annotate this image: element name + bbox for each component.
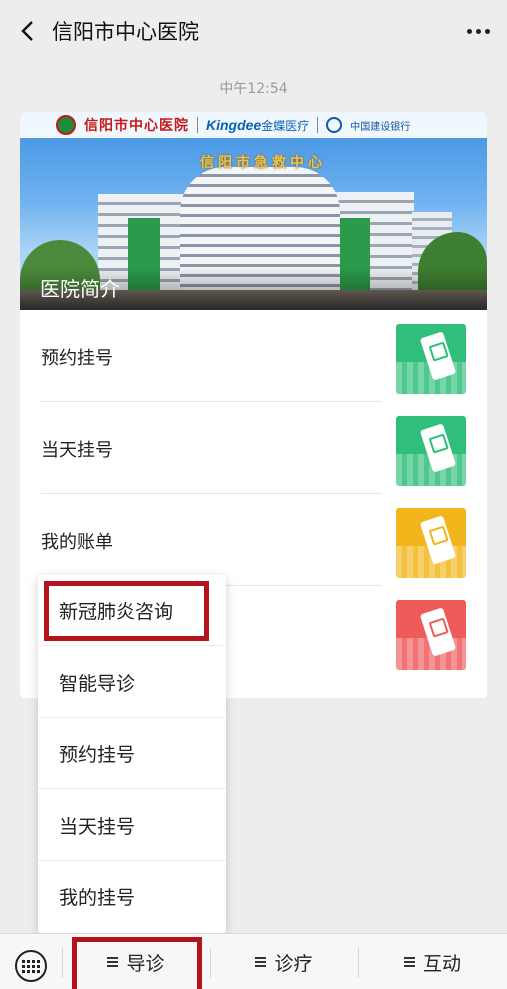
ccb-logo-text: 中国建设银行 <box>350 121 411 133</box>
highlight-box <box>44 581 209 641</box>
menu-icon <box>403 957 415 967</box>
kingdee-logo: Kingdee金蝶医疗 <box>206 116 310 133</box>
more-button[interactable] <box>463 18 493 44</box>
list-item-label: 我的账单 <box>41 532 113 553</box>
chat-header: 信阳市中心医院 <box>0 0 507 62</box>
building-sign: 信阳市急救中心 <box>200 155 326 171</box>
mobile-registration-icon <box>396 416 466 486</box>
list-item-appointment[interactable]: 预约挂号 <box>20 310 487 402</box>
list-item-bill[interactable]: 我的账单 <box>20 494 487 586</box>
menu-item-my-registration[interactable]: 我的挂号 <box>38 861 226 932</box>
back-button[interactable] <box>14 17 40 45</box>
menu-item-appointment[interactable]: 预约挂号 <box>38 718 226 789</box>
page-title: 信阳市中心医院 <box>52 20 199 44</box>
tab-treatment[interactable]: 诊疗 <box>210 934 358 989</box>
keyboard-icon <box>22 959 40 973</box>
sponsor-logo-bar: 信阳市中心医院 Kingdee金蝶医疗 中国建设银行 <box>20 112 487 138</box>
hospital-seal-icon <box>56 115 76 135</box>
ccb-logo-icon <box>326 117 343 133</box>
chevron-left-icon <box>21 21 33 41</box>
tab-interaction[interactable]: 互动 <box>358 934 507 989</box>
menu-item-same-day[interactable]: 当天挂号 <box>38 790 226 861</box>
list-item-label: 预约挂号 <box>41 348 113 369</box>
banner-title: 医院简介 <box>40 277 120 301</box>
list-item-same-day[interactable]: 当天挂号 <box>20 402 487 494</box>
message-timestamp: 中午12:54 <box>219 81 288 97</box>
menu-item-smart-guide[interactable]: 智能导诊 <box>38 647 226 718</box>
mobile-registration-icon <box>396 324 466 394</box>
highlight-box <box>72 937 202 989</box>
keyboard-toggle-button[interactable] <box>15 950 47 982</box>
list-item-label: 当天挂号 <box>41 440 113 461</box>
hospital-intro-banner[interactable]: 信阳市急救中心 信阳市中心医院 Kingdee金蝶医疗 中国建设银行 医院简介 <box>20 112 487 310</box>
mobile-report-icon <box>396 600 466 670</box>
hospital-logo-text: 信阳市中心医院 <box>84 118 189 134</box>
mobile-bill-icon <box>396 508 466 578</box>
menu-icon <box>255 957 267 967</box>
more-dots-icon <box>466 28 472 34</box>
